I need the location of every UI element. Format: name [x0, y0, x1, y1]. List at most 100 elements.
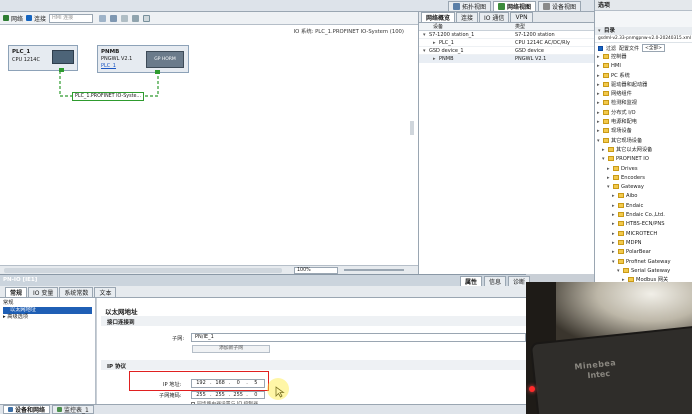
folder-icon — [623, 267, 629, 273]
taskbar-devices-networks[interactable]: 设备和网络 — [3, 405, 51, 414]
tab-io-communication[interactable]: IO 通信 — [479, 12, 510, 23]
catalog-tree-item[interactable]: ▸ PC 系统 — [597, 72, 692, 81]
catalog-tree-item[interactable]: ▾ PROFINET IO — [597, 155, 692, 164]
grid-icon[interactable] — [99, 14, 107, 22]
layout-icon[interactable] — [110, 14, 118, 22]
catalog-tree-item[interactable]: ▸ 分布式 I/O — [597, 109, 692, 118]
folder-icon — [603, 100, 609, 106]
catalog-tree-item[interactable]: ▸ Endaic — [597, 202, 692, 211]
catalog-tree-label: 现场设备 — [611, 128, 632, 135]
catalog-tree-item[interactable]: ▾ Profinet Gateway — [597, 258, 692, 267]
mask-octet-2[interactable]: 255 — [212, 392, 229, 398]
network-canvas[interactable]: IO 系统: PLC_1.PROFINET IO-System (100) PL… — [0, 25, 418, 265]
catalog-tree-label: PolarBear — [626, 249, 651, 256]
folder-icon — [608, 156, 614, 162]
catalog-tree-item[interactable]: ▸ 其它以太网设备 — [597, 146, 692, 155]
overview-row[interactable]: ▾ GSD device_1 GSD device — [419, 47, 594, 55]
tab-network-overview[interactable]: 网络概览 — [421, 12, 456, 23]
nav-ethernet-address[interactable]: 以太网地址 — [3, 307, 92, 314]
add-subnet-button[interactable]: 添加新子网 — [192, 345, 270, 353]
nav-general[interactable]: 常规 — [3, 300, 92, 307]
catalog-tree-item[interactable]: ▸ 电源和配电 — [597, 118, 692, 127]
catalog-tree-item[interactable]: ▸ 驱动器和起动器 — [597, 81, 692, 90]
catalog-tree-label: Aibo — [626, 193, 638, 200]
profile-select[interactable]: <全部> — [642, 44, 665, 52]
show-address-icon[interactable] — [132, 14, 140, 22]
subnet-select[interactable]: PN/IE_1 — [191, 333, 526, 342]
mask-octet-4[interactable]: 0 — [248, 392, 264, 398]
tab-texts[interactable]: 文本 — [94, 287, 117, 298]
catalog-tree-label: Endaic — [626, 202, 644, 209]
webcam-device: Minebea Intec — [529, 325, 692, 414]
catalog-tree-label: MDPN — [626, 239, 642, 246]
catalog-tree-item[interactable]: ▸ 网络组件 — [597, 90, 692, 99]
subsection-interface-title: 接口连接到 — [107, 320, 135, 326]
profinet-line[interactable] — [0, 25, 418, 265]
catalog-tree-item[interactable]: ▸ MDPN — [597, 239, 692, 248]
row-station-name: S7-1200 station_1 — [429, 32, 475, 38]
inspector-tabs: 常规 IO 变量 系统常数 文本 — [0, 286, 526, 298]
inspector-title: PN-IO [IE1] — [3, 277, 38, 283]
tab-topology-view[interactable]: 拓扑视图 — [448, 1, 492, 12]
filter-row: 过滤 配置文件 <全部> — [595, 43, 692, 53]
zoom-slider[interactable] — [344, 269, 404, 271]
mask-octet-1[interactable]: 255 — [192, 392, 210, 398]
catalog-tree-label: PC 系统 — [611, 72, 630, 79]
connection-button[interactable]: 连接 — [26, 14, 46, 23]
tab-io-variables[interactable]: IO 变量 — [28, 287, 59, 298]
folder-icon — [603, 54, 609, 59]
catalog-tree-item[interactable]: ▸ Encoders — [597, 174, 692, 183]
catalog-tree-item[interactable]: ▸ 现场设备 — [597, 127, 692, 136]
subnet-mask-field[interactable]: 255. 255. 255. 0 — [191, 391, 265, 399]
catalog-title[interactable]: ▾ 目录 — [595, 27, 692, 35]
tab-system-constants[interactable]: 系统常数 — [59, 287, 94, 298]
inspector-nav: 常规 以太网地址 ▸ 高级选项 — [0, 298, 96, 404]
mask-octet-3[interactable]: 255 — [230, 392, 246, 398]
catalog-tree-item[interactable]: ▸ Aibo — [597, 192, 692, 201]
network-line-label[interactable]: PLC_1.PROFINET IO-Syste... — [72, 92, 144, 101]
network-icon — [498, 3, 506, 10]
catalog-tree-item[interactable]: ▸ Drives — [597, 165, 692, 174]
catalog-tree-item[interactable]: ▸ 检测和监视 — [597, 99, 692, 108]
webcam-device-label-2: Intec — [587, 368, 611, 381]
connection-type-select[interactable]: HMI 连接 — [49, 13, 94, 23]
catalog-tree-item[interactable]: ▸ PolarBear — [597, 248, 692, 257]
overview-row[interactable]: ▸ PLC_1 CPU 1214C AC/DC/Rly — [419, 39, 594, 47]
tab-network-view[interactable]: 网络视图 — [493, 1, 537, 12]
network-button[interactable]: 网络 — [3, 14, 23, 23]
overview-icon[interactable] — [143, 14, 151, 22]
catalog-tree-item[interactable]: ▸ 控制器 — [597, 53, 692, 62]
folder-icon — [603, 91, 609, 97]
folder-icon — [608, 146, 614, 152]
zoom-select[interactable]: 100% — [294, 267, 338, 274]
tab-vpn[interactable]: VPN — [510, 12, 533, 23]
row-pnmb-name: PNMB — [439, 56, 454, 62]
overview-row[interactable]: ▸ PNMB PNGWL V2.1 — [419, 55, 594, 63]
horizontal-scrollbar[interactable] — [4, 268, 282, 273]
tab-general[interactable]: 常规 — [5, 287, 28, 298]
inspector-title-bar: PN-IO [IE1] 属性 信息 诊断 — [0, 274, 531, 287]
tab-connections[interactable]: 连接 — [456, 12, 479, 23]
catalog-tree-item[interactable]: ▾ Gateway — [597, 183, 692, 192]
catalog-path-field[interactable]: gsdml-v2.33-pnmgpnw-v2.0-20240315.xml — [595, 35, 692, 43]
catalog-tree-item[interactable]: ▾ 其它现场设备 — [597, 137, 692, 146]
ip-protocol-title: IP 协议 — [107, 364, 126, 370]
tab-device-view[interactable]: 设备视图 — [538, 1, 582, 12]
folder-icon — [618, 212, 624, 218]
catalog-tree-item[interactable]: ▸ MICROTECH — [597, 230, 692, 239]
filter-checkbox[interactable] — [598, 45, 603, 51]
row-plc-type: CPU 1214C AC/DC/Rly — [515, 40, 570, 46]
row-station-type: S7-1200 station — [515, 32, 555, 38]
zoom-fit-icon[interactable] — [121, 14, 129, 22]
catalog-tree-item[interactable]: ▸ HTBS-ECN/PNS — [597, 220, 692, 229]
catalog-tree-item[interactable]: ▸ HMI — [597, 62, 692, 71]
catalog-tree-item[interactable]: ▸ Endaic Co.,Ltd. — [597, 211, 692, 220]
taskbar-watch-table[interactable]: 监控表_1 — [52, 405, 94, 414]
nav-advanced-options[interactable]: ▸ 高级选项 — [3, 314, 92, 321]
options-panel: 选项 ▾ 目录 gsdml-v2.33-pnmgpnw-v2.0-20240315… — [594, 0, 692, 302]
catalog-tree-label: Serial Gateway — [631, 267, 671, 274]
network-tool-icon — [3, 15, 9, 21]
overview-row[interactable]: ▾ S7-1200 station_1 S7-1200 station — [419, 31, 594, 39]
canvas-collapse-handle[interactable] — [410, 121, 414, 135]
catalog-tree-item[interactable]: ▾ Serial Gateway — [597, 267, 692, 276]
